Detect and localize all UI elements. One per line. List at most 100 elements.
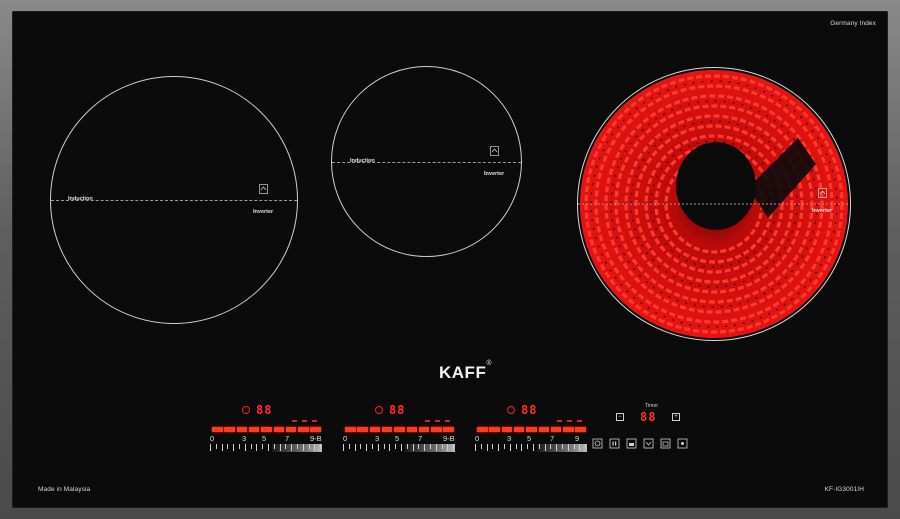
scale-tick (453, 444, 455, 449)
scale-tick (250, 444, 252, 449)
scale-label: 0 (210, 434, 215, 443)
timer-display: 88 (640, 410, 657, 424)
scale-tick (291, 444, 293, 451)
power-level-segment[interactable] (513, 427, 525, 432)
zone-1-induction-label: Induction (68, 196, 93, 202)
scale-tick (544, 444, 546, 451)
pan-detect-icon[interactable] (677, 438, 688, 449)
scale-tick (573, 444, 575, 449)
zone-2-control-panel[interactable]: 88 0 3 5 7 9-B (335, 403, 455, 453)
scale-tick (515, 444, 517, 449)
scale-tick (424, 444, 426, 451)
power-level-segment[interactable] (310, 427, 321, 432)
made-in-label: Made in Malaysia (38, 486, 91, 493)
scale-tick (480, 444, 482, 449)
keep-warm-icon[interactable] (660, 438, 671, 449)
power-icon[interactable] (592, 438, 603, 449)
power-level-segment[interactable] (224, 427, 235, 432)
scale-tick (556, 444, 558, 451)
scale-tick (383, 444, 385, 449)
zone-2-induction-label: Induction (350, 158, 375, 164)
power-level-segment[interactable] (285, 427, 297, 432)
function-controls-row (592, 438, 688, 449)
indicator-dot (302, 420, 307, 422)
power-level-segment[interactable] (489, 427, 500, 432)
lock-icon[interactable] (626, 438, 637, 449)
scale-tick (486, 444, 488, 451)
heating-element-glow (578, 70, 850, 338)
power-level-segment[interactable] (550, 427, 562, 432)
scale-tick (354, 444, 356, 451)
power-level-segment[interactable] (538, 427, 549, 432)
power-level-segment[interactable] (406, 427, 417, 432)
model-label: KF-IG3001IH (824, 486, 864, 493)
scale-tick (492, 444, 494, 449)
power-level-segment[interactable] (261, 427, 272, 432)
scale-tick (389, 444, 391, 451)
scale-label: 9 (575, 434, 580, 443)
zone-1-power-slider[interactable] (212, 420, 324, 433)
timer-plus-button[interactable]: + (672, 413, 680, 421)
scale-tick (302, 444, 304, 451)
zone-3-inverter-label: Inverter (812, 208, 833, 214)
zone-1-scale: 0 3 5 7 9-B (202, 433, 327, 455)
scale-tick (401, 444, 402, 451)
indicator-dot (557, 420, 562, 422)
zone-3-control-panel[interactable]: 88 0 3 5 7 9 (467, 403, 587, 453)
scale-tick (372, 444, 373, 449)
scale-label: 0 (343, 434, 348, 443)
power-level-segment[interactable] (443, 427, 454, 432)
scale-tick (435, 444, 437, 451)
scale-tick (418, 444, 420, 449)
scale-tick (430, 444, 431, 449)
scale-label: 7 (285, 434, 290, 443)
cooking-zone-1[interactable]: Induction Inverter (50, 76, 298, 324)
power-level-segment[interactable] (212, 427, 223, 432)
zone-1-display: 88 (256, 403, 273, 417)
inverter-icon (818, 188, 827, 198)
power-level-segment[interactable] (575, 427, 586, 432)
zone-1-control-panel[interactable]: 88 0 3 5 7 9-B (202, 403, 322, 453)
scale-tick (579, 444, 581, 451)
scale-tick (239, 444, 240, 449)
zone-3-scale: 0 3 5 7 9 (467, 433, 592, 455)
power-level-segment[interactable] (236, 427, 248, 432)
power-level-segment[interactable] (394, 427, 405, 432)
scale-label: 5 (262, 434, 267, 443)
zone-3-power-slider[interactable] (477, 420, 589, 433)
power-level-segment[interactable] (273, 427, 284, 432)
boost-icon[interactable] (643, 438, 654, 449)
power-level-segment[interactable] (563, 427, 574, 432)
power-level-segment[interactable] (345, 427, 356, 432)
glass-surface: Germany Index Induction Inverter Inducti… (12, 11, 888, 508)
power-level-segment[interactable] (369, 427, 381, 432)
scale-tick (215, 444, 217, 449)
scale-tick (585, 444, 587, 449)
power-level-segment[interactable] (298, 427, 309, 432)
scale-tick (475, 444, 476, 451)
power-level-segment[interactable] (248, 427, 260, 432)
scale-tick (210, 444, 211, 451)
power-level-segment[interactable] (431, 427, 442, 432)
power-level-segment[interactable] (501, 427, 513, 432)
scale-tick (297, 444, 298, 449)
clock-icon (375, 406, 383, 414)
power-level-segment[interactable] (381, 427, 393, 432)
timer-minus-button[interactable]: − (616, 413, 624, 421)
scale-label: 9-B (443, 434, 455, 443)
zone-2-scale: 0 3 5 7 9-B (335, 433, 460, 455)
cooking-zone-3-heating[interactable]: Inverter (577, 67, 851, 341)
brand-name: KAFF (439, 363, 487, 382)
scale-tick (447, 444, 449, 451)
cooking-zone-2[interactable]: Induction Inverter (331, 66, 522, 257)
scale-label: 5 (395, 434, 400, 443)
power-level-segment[interactable] (418, 427, 430, 432)
power-level-segment[interactable] (477, 427, 488, 432)
power-level-segment[interactable] (526, 427, 537, 432)
zone-2-power-slider[interactable] (345, 420, 457, 433)
power-level-segment[interactable] (357, 427, 368, 432)
scale-tick (256, 444, 258, 451)
pause-icon[interactable] (609, 438, 620, 449)
scale-tick (441, 444, 443, 449)
registered-mark: ® (486, 360, 492, 367)
